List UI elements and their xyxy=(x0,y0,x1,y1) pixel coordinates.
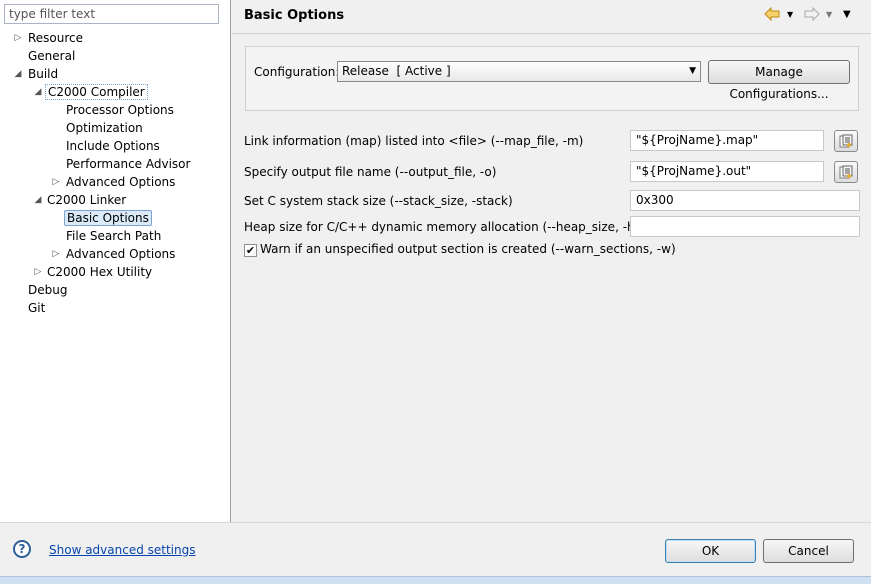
tree-item-label: Advanced Options xyxy=(66,175,176,189)
forward-arrow-icon xyxy=(804,6,820,22)
heap-size-label: Heap size for C/C++ dynamic memory alloc… xyxy=(244,220,662,234)
tree-item-label: File Search Path xyxy=(66,229,162,243)
chevron-down-icon: ▼ xyxy=(689,66,696,76)
collapsed-twisty-icon[interactable]: ▷ xyxy=(12,29,24,47)
tree-item[interactable]: Include Options xyxy=(0,137,230,155)
map-file-field[interactable]: "${ProjName}.map" xyxy=(630,130,824,151)
page-title: Basic Options xyxy=(244,8,345,23)
warn-sections-label[interactable]: Warn if an unspecified output section is… xyxy=(260,242,676,256)
tree-item-label: Debug xyxy=(28,283,68,297)
view-menu-icon: ▼ xyxy=(843,9,851,20)
tree-item-label: General xyxy=(28,49,76,63)
tree-item-label: C2000 Linker xyxy=(47,193,127,207)
tree-item[interactable]: Basic Options xyxy=(0,209,230,227)
tree-item[interactable]: Git xyxy=(0,299,230,317)
configuration-select[interactable]: Release [ Active ] ▼ xyxy=(337,61,701,82)
map-file-label: Link information (map) listed into <file… xyxy=(244,134,584,148)
show-advanced-settings-link[interactable]: Show advanced settings xyxy=(49,543,196,557)
forward-button[interactable] xyxy=(804,6,820,23)
tree-item-label: Optimization xyxy=(66,121,143,135)
tree-item[interactable]: ▷ Advanced Options xyxy=(0,245,230,263)
expanded-twisty-icon[interactable]: ◢ xyxy=(32,83,44,101)
settings-tree-pane: ▷ResourceGeneral◢Build◢C2000 CompilerPro… xyxy=(0,0,231,522)
help-icon[interactable]: ? xyxy=(13,540,31,558)
heap-size-field[interactable] xyxy=(630,216,860,237)
chevron-down-icon: ▼ xyxy=(787,10,794,19)
stack-size-field[interactable]: 0x300 xyxy=(630,190,860,211)
tree-item[interactable]: ◢ C2000 Linker xyxy=(0,191,230,209)
back-button[interactable] xyxy=(764,6,780,23)
configuration-label: Configuration: xyxy=(254,65,340,79)
configuration-select-value: Release [ Active ] xyxy=(342,64,451,78)
tree-item[interactable]: General xyxy=(0,47,230,65)
expanded-twisty-icon[interactable]: ◢ xyxy=(12,65,24,83)
output-file-label: Specify output file name (--output_file,… xyxy=(244,165,497,179)
back-dropdown-button[interactable]: ▼ xyxy=(787,7,793,23)
tree-item[interactable]: Debug xyxy=(0,281,230,299)
collapsed-twisty-icon[interactable]: ▷ xyxy=(50,245,62,263)
tree-item-label: Resource xyxy=(28,31,84,45)
tree-item[interactable]: Processor Options xyxy=(0,101,230,119)
tree-item[interactable]: ▷ Resource xyxy=(0,29,230,47)
tree-item-label: C2000 Hex Utility xyxy=(47,265,153,279)
tree-item[interactable]: Performance Advisor xyxy=(0,155,230,173)
insert-variable-icon xyxy=(839,165,853,179)
settings-tree: ▷ Resource General ◢ Build ◢ C2000 Compiler Pro… xyxy=(0,29,230,317)
tree-item[interactable]: ▷ C2000 Hex Utility xyxy=(0,263,230,281)
output-file-variables-button[interactable] xyxy=(834,161,858,183)
stack-size-label: Set C system stack size (--stack_size, -… xyxy=(244,194,513,208)
insert-variable-icon xyxy=(839,134,853,148)
tree-item-label: Git xyxy=(28,301,46,315)
tree-item-label: Performance Advisor xyxy=(66,157,191,171)
tree-item[interactable]: ▷ Advanced Options xyxy=(0,173,230,191)
cancel-button[interactable]: Cancel xyxy=(763,539,854,563)
collapsed-twisty-icon[interactable]: ▷ xyxy=(32,263,44,281)
tree-item[interactable]: ◢ C2000 Compiler xyxy=(0,83,230,101)
manage-configurations-button[interactable]: Manage Configurations... xyxy=(708,60,850,101)
collapsed-twisty-icon[interactable]: ▷ xyxy=(50,173,62,191)
tree-item-label: Processor Options xyxy=(66,103,174,117)
tree-item[interactable]: ◢ Build xyxy=(0,65,230,83)
tree-item-label: Build xyxy=(28,67,59,81)
tree-item[interactable]: File Search Path xyxy=(0,227,230,245)
configuration-group: Configuration: Release [ Active ] ▼ Mana… xyxy=(245,46,859,111)
tree-item-label: Basic Options xyxy=(64,210,152,226)
tree-item[interactable]: Optimization xyxy=(0,119,230,137)
ok-button[interactable]: OK xyxy=(665,539,756,563)
warn-sections-checkbox[interactable]: ✔ xyxy=(244,244,257,257)
page-header: Basic Options ▼ ▼ ▼ xyxy=(232,0,871,32)
tree-item-label: C2000 Compiler xyxy=(45,84,148,100)
header-divider xyxy=(232,33,871,34)
output-file-field[interactable]: "${ProjName}.out" xyxy=(630,161,824,182)
tree-item-label: Advanced Options xyxy=(66,247,176,261)
footer-divider xyxy=(0,522,871,523)
forward-dropdown-button[interactable]: ▼ xyxy=(826,7,832,23)
view-menu-button[interactable]: ▼ xyxy=(843,7,851,23)
back-arrow-icon xyxy=(764,6,780,22)
chevron-down-icon: ▼ xyxy=(826,10,833,19)
expanded-twisty-icon[interactable]: ◢ xyxy=(32,191,44,209)
filter-input[interactable] xyxy=(4,4,219,24)
map-file-variables-button[interactable] xyxy=(834,130,858,152)
tree-item-label: Include Options xyxy=(66,139,160,153)
